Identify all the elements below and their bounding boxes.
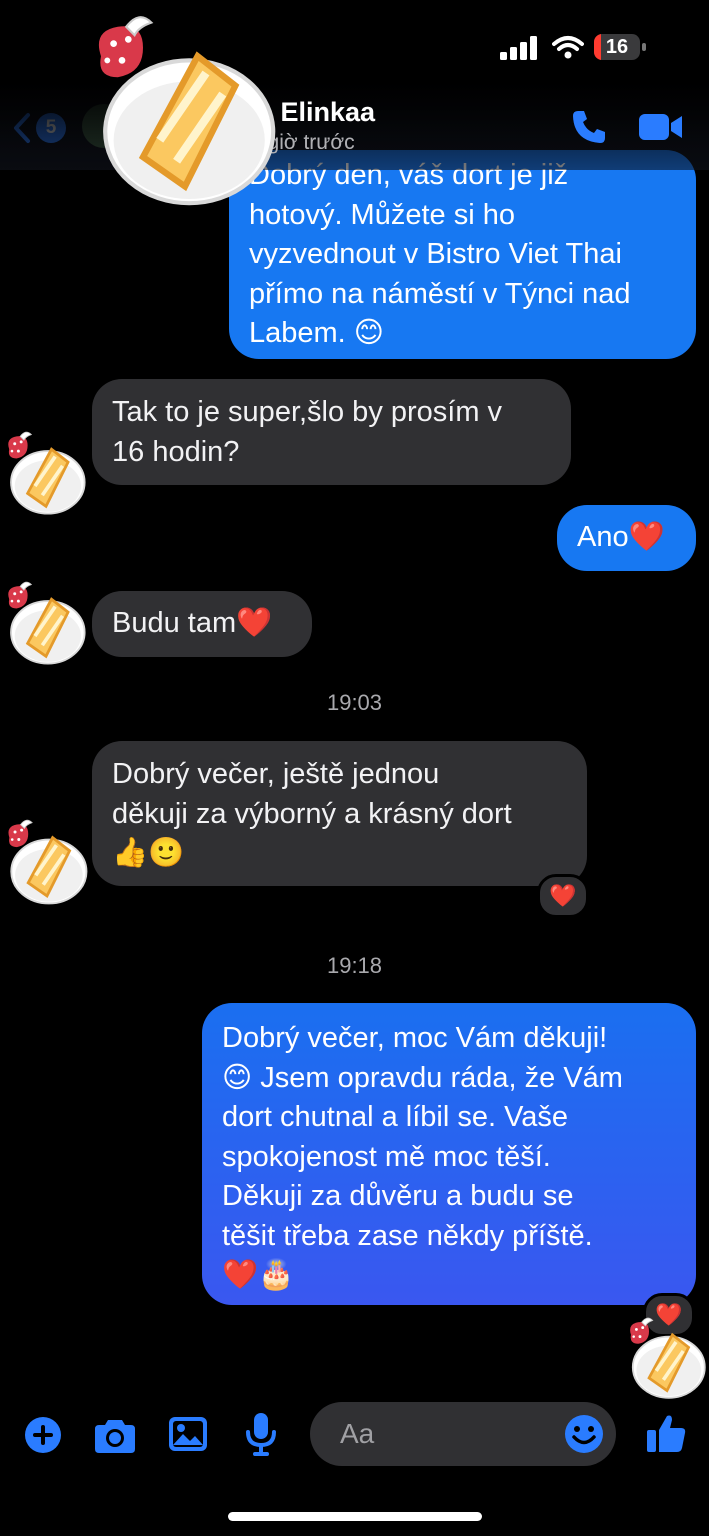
message-line: Ano❤️ bbox=[577, 521, 665, 553]
heart-reaction-emoji: ❤️ bbox=[549, 883, 577, 908]
unread-count-badge: 5 bbox=[36, 113, 66, 143]
message-line: Děkuji za důvěru a budu se bbox=[222, 1180, 574, 1212]
message-bubble-incoming[interactable]: Budu tam❤️ bbox=[92, 591, 312, 657]
gallery-icon[interactable] bbox=[168, 1416, 208, 1452]
battery-indicator: 16 bbox=[594, 34, 648, 60]
message-line: Labem. 😊 bbox=[249, 317, 385, 349]
message-line: 16 hodin? bbox=[112, 435, 240, 468]
microphone-icon[interactable] bbox=[244, 1412, 278, 1456]
message-bubble-outgoing[interactable]: Dobrý den, váš dort je již hotový. Můžet… bbox=[229, 150, 696, 359]
cake-sticker-read-receipt bbox=[622, 1310, 709, 1410]
message-input-placeholder: Aa bbox=[340, 1418, 375, 1449]
cake-sticker-avatar bbox=[0, 424, 92, 526]
battery-level: 16 bbox=[605, 36, 629, 58]
message-line: děkuji za výborný a krásný dort bbox=[112, 797, 512, 830]
cellular-signal-icon bbox=[500, 36, 537, 60]
thumbs-up-icon[interactable] bbox=[646, 1412, 686, 1454]
message-bubble-outgoing[interactable]: Dobrý večer, moc Vám děkuji! 😊 Jsem opra… bbox=[202, 1003, 696, 1305]
message-bubble-outgoing[interactable]: Ano❤️ bbox=[557, 505, 696, 571]
message-line: vyzvednout v Bistro Viet Thai bbox=[249, 238, 622, 270]
cake-sticker-avatar bbox=[0, 574, 92, 676]
video-camera-icon-overlay bbox=[639, 114, 682, 140]
message-bubble-incoming[interactable]: Dobrý večer, ještě jednou děkuji za výbo… bbox=[92, 741, 587, 886]
message-line: hotový. Můžete si ho bbox=[249, 198, 515, 231]
timestamp: 19:18 bbox=[326, 953, 383, 978]
message-line: spokojenost mě moc těší. bbox=[222, 1140, 551, 1173]
message-line: dort chutnal a líbil se. Vaše bbox=[222, 1101, 569, 1133]
message-line: 😊 Jsem opravdu ráda, že Vám bbox=[222, 1061, 623, 1094]
message-line: těšit třeba zase někdy příště. bbox=[222, 1219, 593, 1252]
phone-icon-overlay bbox=[573, 111, 605, 143]
message-line: ❤️🎂 bbox=[222, 1259, 295, 1291]
cake-sticker-avatar bbox=[0, 812, 94, 916]
camera-icon[interactable] bbox=[94, 1416, 136, 1454]
message-line: Budu tam❤️ bbox=[112, 607, 273, 639]
message-line: přímo na náměstí v Týnci nad bbox=[249, 277, 631, 310]
message-bubble-incoming[interactable]: Tak to je super,šlo by prosím v 16 hodin… bbox=[92, 379, 571, 485]
back-button[interactable]: 5 bbox=[12, 108, 66, 148]
timestamp: 19:03 bbox=[326, 690, 383, 715]
message-line: Tak to je super,šlo by prosím v bbox=[112, 396, 503, 428]
message-line: 👍🙂 bbox=[112, 837, 185, 869]
message-line: Dobrý večer, ještě jednou bbox=[112, 758, 440, 790]
cake-sticker-avatar[interactable] bbox=[80, 0, 290, 230]
message-line: Dobrý den, váš dort je již bbox=[249, 159, 569, 191]
home-indicator bbox=[228, 1512, 482, 1521]
wifi-icon bbox=[552, 36, 584, 59]
back-chevron-icon bbox=[14, 113, 30, 143]
emoji-icon[interactable] bbox=[564, 1414, 604, 1454]
message-line: Dobrý večer, moc Vám děkuji! bbox=[222, 1022, 608, 1054]
heart-reaction[interactable]: ❤️ bbox=[537, 874, 589, 918]
plus-icon[interactable] bbox=[24, 1416, 62, 1454]
